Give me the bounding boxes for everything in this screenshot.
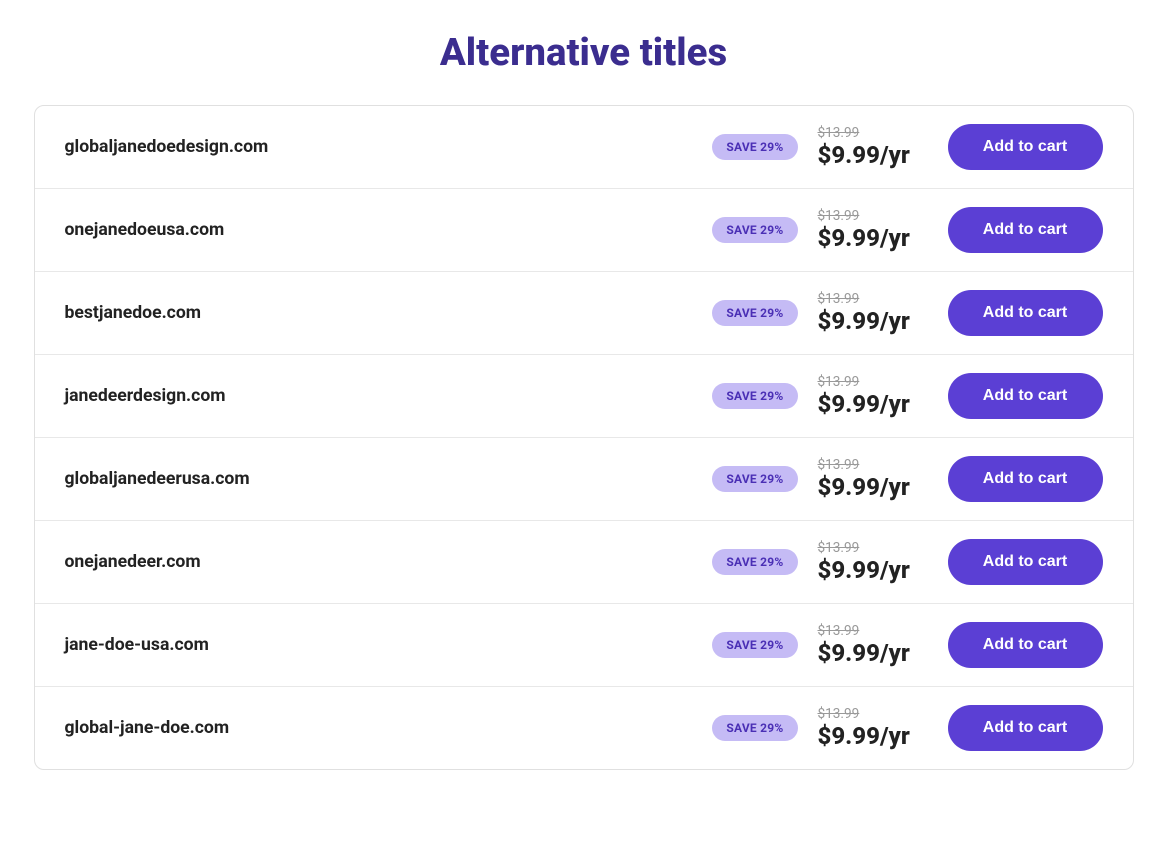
domain-row: onejanedeer.com SAVE 29% $13.99 $9.99/yr…: [35, 521, 1133, 604]
sale-price: $9.99/yr: [818, 722, 910, 750]
domain-row: janedeerdesign.com SAVE 29% $13.99 $9.99…: [35, 355, 1133, 438]
add-to-cart-button[interactable]: Add to cart: [948, 290, 1103, 336]
sale-price: $9.99/yr: [818, 141, 910, 169]
domain-name: globaljanedeerusa.com: [65, 469, 693, 489]
domain-name: globaljanedoedesign.com: [65, 137, 693, 157]
save-badge: SAVE 29%: [712, 383, 797, 409]
original-price: $13.99: [818, 457, 860, 473]
price-block: $13.99 $9.99/yr: [818, 291, 928, 335]
add-to-cart-button[interactable]: Add to cart: [948, 622, 1103, 668]
price-block: $13.99 $9.99/yr: [818, 208, 928, 252]
price-block: $13.99 $9.99/yr: [818, 457, 928, 501]
add-to-cart-button[interactable]: Add to cart: [948, 705, 1103, 751]
save-badge: SAVE 29%: [712, 217, 797, 243]
sale-price: $9.99/yr: [818, 307, 910, 335]
save-badge: SAVE 29%: [712, 549, 797, 575]
save-badge: SAVE 29%: [712, 300, 797, 326]
add-to-cart-button[interactable]: Add to cart: [948, 207, 1103, 253]
domain-name: bestjanedoe.com: [65, 303, 693, 323]
add-to-cart-button[interactable]: Add to cart: [948, 456, 1103, 502]
original-price: $13.99: [818, 540, 860, 556]
domain-name: onejanedoeusa.com: [65, 220, 693, 240]
page-title: Alternative titles: [440, 30, 727, 75]
original-price: $13.99: [818, 706, 860, 722]
price-block: $13.99 $9.99/yr: [818, 374, 928, 418]
sale-price: $9.99/yr: [818, 556, 910, 584]
domain-row: global-jane-doe.com SAVE 29% $13.99 $9.9…: [35, 687, 1133, 769]
domain-row: globaljanedeerusa.com SAVE 29% $13.99 $9…: [35, 438, 1133, 521]
domain-row: globaljanedoedesign.com SAVE 29% $13.99 …: [35, 106, 1133, 189]
domain-name: jane-doe-usa.com: [65, 635, 693, 655]
add-to-cart-button[interactable]: Add to cart: [948, 373, 1103, 419]
sale-price: $9.99/yr: [818, 224, 910, 252]
domain-row: onejanedoeusa.com SAVE 29% $13.99 $9.99/…: [35, 189, 1133, 272]
domain-row: jane-doe-usa.com SAVE 29% $13.99 $9.99/y…: [35, 604, 1133, 687]
price-block: $13.99 $9.99/yr: [818, 706, 928, 750]
sale-price: $9.99/yr: [818, 390, 910, 418]
original-price: $13.99: [818, 208, 860, 224]
domain-row: bestjanedoe.com SAVE 29% $13.99 $9.99/yr…: [35, 272, 1133, 355]
domain-name: onejanedeer.com: [65, 552, 693, 572]
sale-price: $9.99/yr: [818, 473, 910, 501]
original-price: $13.99: [818, 374, 860, 390]
domain-name: janedeerdesign.com: [65, 386, 693, 406]
price-block: $13.99 $9.99/yr: [818, 125, 928, 169]
price-block: $13.99 $9.99/yr: [818, 540, 928, 584]
sale-price: $9.99/yr: [818, 639, 910, 667]
add-to-cart-button[interactable]: Add to cart: [948, 124, 1103, 170]
save-badge: SAVE 29%: [712, 466, 797, 492]
original-price: $13.99: [818, 125, 860, 141]
save-badge: SAVE 29%: [712, 134, 797, 160]
price-block: $13.99 $9.99/yr: [818, 623, 928, 667]
original-price: $13.99: [818, 291, 860, 307]
add-to-cart-button[interactable]: Add to cart: [948, 539, 1103, 585]
save-badge: SAVE 29%: [712, 632, 797, 658]
original-price: $13.99: [818, 623, 860, 639]
domain-list: globaljanedoedesign.com SAVE 29% $13.99 …: [34, 105, 1134, 770]
domain-name: global-jane-doe.com: [65, 718, 693, 738]
save-badge: SAVE 29%: [712, 715, 797, 741]
